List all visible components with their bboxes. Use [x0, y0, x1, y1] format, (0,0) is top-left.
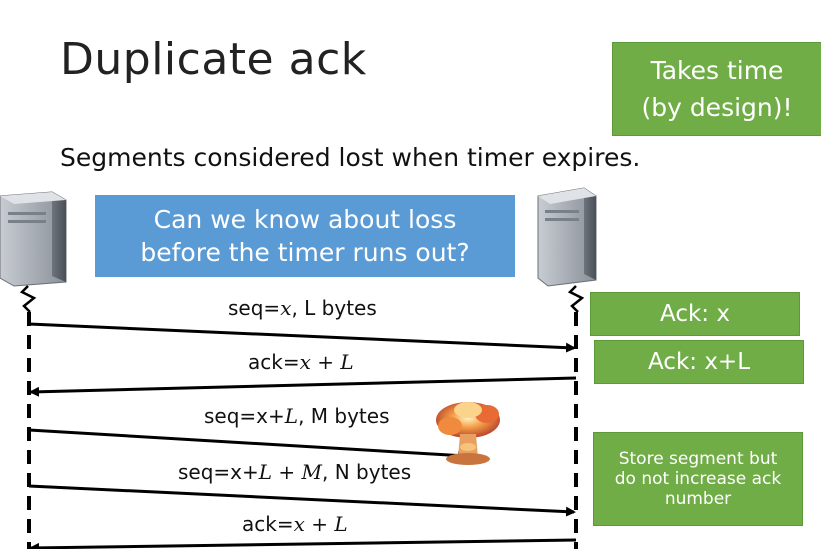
message-label-1-prefix: seq=: [228, 296, 281, 320]
message-label-1-suffix: , L bytes: [291, 296, 377, 320]
message-arrow-4: [28, 484, 576, 517]
ack-x-note: Ack: x: [590, 292, 800, 336]
message-arrow-3-lost: [28, 428, 468, 461]
message-arrow-1: [28, 322, 576, 353]
ack-x-plus-l-note: Ack: x+L: [594, 340, 804, 384]
message-label-5-prefix: ack=: [242, 512, 294, 536]
message-label-3: seq=x+L, M bytes: [204, 404, 390, 428]
receiver-server-icon: [537, 187, 597, 287]
store-note-line-2: do not increase ack: [614, 469, 782, 489]
message-label-1-variable: x: [280, 296, 292, 320]
message-label-3-suffix: , M bytes: [298, 404, 390, 428]
sender-break-mark: [19, 285, 37, 313]
message-label-1: seq=x, L bytes: [228, 296, 377, 320]
message-arrow-2: [29, 376, 577, 397]
message-label-2-variable: x + L: [299, 350, 354, 374]
sender-server-icon: [0, 191, 67, 287]
store-note-line-1: Store segment but: [618, 449, 778, 469]
receiver-break-mark: [567, 285, 585, 313]
message-label-5: ack=x + L: [242, 512, 348, 536]
message-label-2: ack=x + L: [248, 350, 354, 374]
message-label-4-prefix: seq=x+: [178, 460, 259, 484]
store-segment-note: Store segment but do not increase ack nu…: [593, 432, 803, 526]
message-arrow-5: [29, 538, 577, 549]
message-label-3-variable: L: [284, 404, 299, 428]
message-label-3-prefix: seq=x+: [204, 404, 285, 428]
message-label-4: seq=x+L + M, N bytes: [178, 460, 411, 484]
message-label-5-variable: x + L: [293, 512, 348, 536]
message-label-2-prefix: ack=: [248, 350, 300, 374]
message-label-4-suffix: , N bytes: [322, 460, 412, 484]
message-label-4-variable: L + M: [258, 460, 323, 484]
store-note-line-3: number: [664, 489, 732, 509]
